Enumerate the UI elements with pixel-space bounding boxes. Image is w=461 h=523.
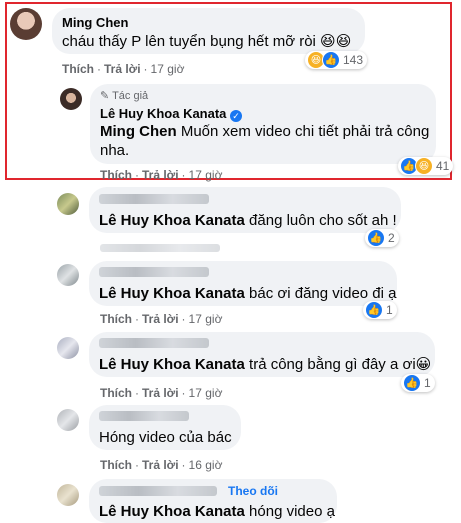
verified-icon: ✓ <box>230 110 243 122</box>
mention-link[interactable]: Ming Chen <box>100 123 177 140</box>
blurred-name <box>99 194 209 204</box>
comment-actions: Thích · Trả lời · 17 giờ <box>62 62 184 76</box>
timestamp[interactable]: 17 giờ <box>189 168 223 182</box>
comment-author[interactable]: Ming Chen <box>62 15 128 30</box>
reply-button[interactable]: Trả lời <box>104 62 141 76</box>
reply-button[interactable]: Trả lời <box>142 386 179 400</box>
comment-bubble: Lê Huy Khoa Kanata bác ơi đăng video đi … <box>89 261 397 306</box>
author-badge: ✎ Tác giả <box>100 89 148 102</box>
avatar[interactable] <box>57 264 79 286</box>
timestamp[interactable]: 17 giờ <box>189 312 223 326</box>
comment-bubble: Lê Huy Khoa Kanata đăng luôn cho sốt ah … <box>89 187 401 233</box>
blurred-name <box>99 338 209 348</box>
reaction-count[interactable]: 😆 👍 143 <box>305 51 368 69</box>
reaction-number: 2 <box>388 231 395 245</box>
timestamp[interactable]: 16 giờ <box>189 458 223 472</box>
separator: · <box>181 312 186 326</box>
like-button[interactable]: Thích <box>100 458 132 472</box>
blurred-actions <box>100 244 220 252</box>
avatar[interactable] <box>60 88 82 110</box>
like-button[interactable]: Thích <box>100 386 132 400</box>
comment-text: cháu thấy P lên tuyển bụng hết mỡ ròi 😆😆 <box>62 33 352 50</box>
comment-author[interactable]: Lê Huy Khoa Kanata ✓ <box>100 106 243 122</box>
like-button[interactable]: Thích <box>100 312 132 326</box>
like-icon: 👍 <box>403 374 421 392</box>
comment-text: Lê Huy Khoa Kanata hóng video ạ <box>99 502 335 521</box>
comment-text: Lê Huy Khoa Kanata trả công bằng gì đây … <box>99 355 431 374</box>
reply-button[interactable]: Trả lời <box>142 458 179 472</box>
like-icon: 👍 <box>365 301 383 319</box>
avatar[interactable] <box>57 193 79 215</box>
follow-button[interactable]: Theo dõi <box>228 484 278 498</box>
comment-text: Ming Chen Muốn xem video chi tiết phải t… <box>100 122 429 141</box>
comment-text: Hóng video của bác <box>99 429 232 446</box>
reaction-count[interactable]: 👍 1 <box>401 374 435 392</box>
separator: · <box>181 458 186 472</box>
blurred-name <box>99 267 209 277</box>
blurred-name <box>99 486 217 496</box>
comment-actions: Thích · Trả lời · 16 giờ <box>100 458 222 472</box>
comment-text-content: trả công bằng gì đây a ơi😀 <box>249 356 432 373</box>
separator: · <box>181 386 186 400</box>
mention-link[interactable]: Lê Huy Khoa Kanata <box>99 212 245 229</box>
blurred-name <box>99 411 189 421</box>
mention-link[interactable]: Lê Huy Khoa Kanata <box>99 503 245 520</box>
comment-text-content: đăng luôn cho sốt ah ! <box>249 212 397 229</box>
separator: · <box>135 386 139 400</box>
comment-text-content: hóng video ạ <box>249 503 335 520</box>
like-icon: 👍 <box>367 229 385 247</box>
timestamp[interactable]: 17 giờ <box>151 62 185 76</box>
reply-button[interactable]: Trả lời <box>142 168 179 182</box>
comment-bubble: Theo dõi Lê Huy Khoa Kanata hóng video ạ <box>89 479 337 523</box>
comment-text-line: nha. <box>100 142 130 159</box>
separator: · <box>97 62 101 76</box>
reaction-count[interactable]: 👍 😆 41 <box>398 157 454 175</box>
reaction-count[interactable]: 👍 1 <box>363 301 397 319</box>
separator: · <box>135 458 139 472</box>
like-button[interactable]: Thích <box>100 168 132 182</box>
comment-actions: Thích · Trả lời · 17 giờ <box>100 168 222 182</box>
separator: · <box>135 168 139 182</box>
reaction-number: 1 <box>424 376 431 390</box>
pencil-icon: ✎ <box>100 90 110 102</box>
reaction-count[interactable]: 👍 2 <box>365 229 399 247</box>
separator: · <box>181 168 186 182</box>
reply-button[interactable]: Trả lời <box>142 312 179 326</box>
comment-bubble: Ming Chen cháu thấy P lên tuyển bụng hết… <box>52 8 365 54</box>
avatar[interactable] <box>10 8 42 40</box>
comment-text-line: Muốn xem video chi tiết phải trả công <box>180 123 430 140</box>
reaction-number: 41 <box>436 159 450 173</box>
comment-text: Lê Huy Khoa Kanata bác ơi đăng video đi … <box>99 284 396 303</box>
comment-text-content: bác ơi đăng video đi ạ <box>249 285 397 302</box>
reaction-number: 143 <box>343 53 364 67</box>
avatar[interactable] <box>57 337 79 359</box>
comment-author-name[interactable]: Lê Huy Khoa Kanata <box>100 106 226 121</box>
reaction-number: 1 <box>386 303 393 317</box>
author-badge-label: Tác giả <box>112 90 149 102</box>
comment-bubble: Hóng video của bác <box>89 405 241 450</box>
avatar[interactable] <box>57 484 79 506</box>
timestamp[interactable]: 17 giờ <box>189 386 223 400</box>
avatar[interactable] <box>57 409 79 431</box>
comment-text: Lê Huy Khoa Kanata đăng luôn cho sốt ah … <box>99 211 397 230</box>
comment-actions: Thích · Trả lời · 17 giờ <box>100 312 222 326</box>
haha-icon: 😆 <box>415 157 433 175</box>
mention-link[interactable]: Lê Huy Khoa Kanata <box>99 356 245 373</box>
comment-bubble: ✎ Tác giả Lê Huy Khoa Kanata ✓ Ming Chen… <box>90 84 436 164</box>
separator: · <box>143 62 148 76</box>
separator: · <box>135 312 139 326</box>
like-button[interactable]: Thích <box>62 62 94 76</box>
comment-actions: Thích · Trả lời · 17 giờ <box>100 386 222 400</box>
mention-link[interactable]: Lê Huy Khoa Kanata <box>99 285 245 302</box>
comment-bubble: Lê Huy Khoa Kanata trả công bằng gì đây … <box>89 332 435 377</box>
like-icon: 👍 <box>322 51 340 69</box>
